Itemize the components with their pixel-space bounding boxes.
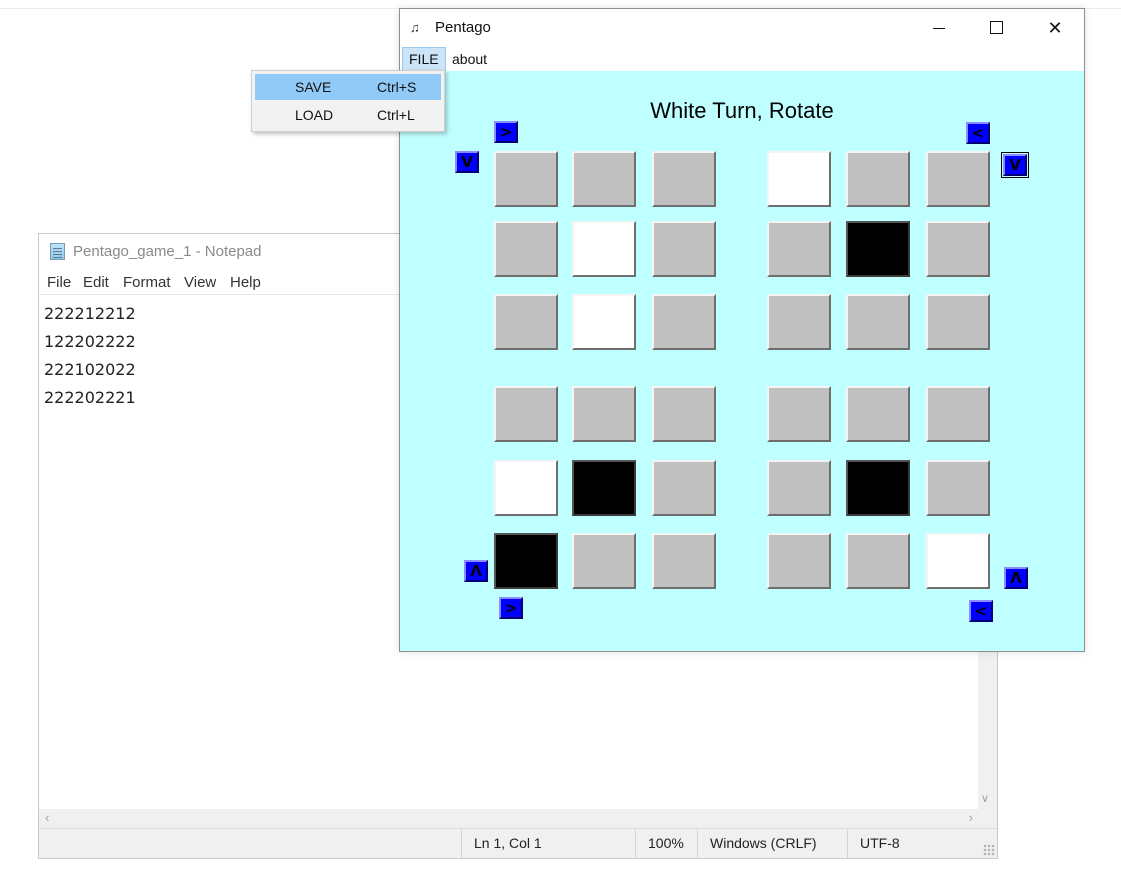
rotate-bottom-right-clockwise-button[interactable]: < [969,600,993,622]
board-cell-0-5[interactable] [926,151,990,207]
board-cell-1-2[interactable] [652,221,716,277]
board-cell-0-4[interactable] [846,151,910,207]
notepad-statusbar: Ln 1, Col 1 100% Windows (CRLF) UTF-8 [39,828,997,858]
board-cell-1-5[interactable] [926,221,990,277]
status-zoom: 100% [635,829,697,858]
rotate-top-left-clockwise-button[interactable]: > [494,121,518,143]
board-cell-1-0[interactable] [494,221,558,277]
board-cell-5-2[interactable] [652,533,716,589]
rotate-top-right-counter-button[interactable]: < [966,122,990,144]
maximize-button[interactable] [968,9,1026,47]
notepad-title: Pentago_game_1 - Notepad [73,243,262,260]
board-cell-0-0[interactable] [494,151,558,207]
file-dropdown-menu: SAVE Ctrl+S LOAD Ctrl+L [251,70,445,132]
status-line-ending: Windows (CRLF) [697,829,847,858]
minimize-icon [933,28,945,29]
maximize-icon [990,21,1003,34]
board-cell-5-5[interactable] [926,533,990,589]
status-encoding: UTF-8 [847,829,977,858]
board-cell-2-3[interactable] [767,294,831,350]
board-cell-5-3[interactable] [767,533,831,589]
save-label: SAVE [295,79,332,95]
board-cell-4-0[interactable] [494,460,558,516]
board-cell-4-3[interactable] [767,460,831,516]
rotate-bottom-left-clockwise-button[interactable]: Λ [464,560,488,582]
pentago-menubar: FILE about [400,47,1084,71]
java-app-icon: ♫ [410,20,420,35]
text-line: 222102022 [44,360,136,379]
notepad-menu-edit[interactable]: Edit [83,274,109,291]
board-cell-4-1[interactable] [572,460,636,516]
board-cell-2-2[interactable] [652,294,716,350]
scroll-down-icon[interactable]: ∨ [981,792,989,805]
board-cell-3-3[interactable] [767,386,831,442]
close-icon: ✕ [1047,18,1063,38]
board-cell-4-2[interactable] [652,460,716,516]
horizontal-scrollbar[interactable]: ‹ › [39,809,979,828]
board-cell-5-0[interactable] [494,533,558,589]
notepad-menu-help[interactable]: Help [230,274,261,291]
board-cell-1-3[interactable] [767,221,831,277]
board-cell-0-3[interactable] [767,151,831,207]
board-cell-4-5[interactable] [926,460,990,516]
board-cell-0-1[interactable] [572,151,636,207]
game-board-area: White Turn, Rotate > V < V Λ > Λ < [400,71,1084,651]
scrollbar-corner [978,809,997,828]
board-cell-4-4[interactable] [846,460,910,516]
board-cell-3-1[interactable] [572,386,636,442]
board-cell-5-1[interactable] [572,533,636,589]
scroll-left-icon[interactable]: ‹ [45,810,49,825]
board-cell-2-5[interactable] [926,294,990,350]
save-shortcut: Ctrl+S [377,79,417,95]
board-cell-3-4[interactable] [846,386,910,442]
board-cell-3-2[interactable] [652,386,716,442]
pentago-window: ♫ Pentago ✕ FILE about White Turn, Rotat… [399,8,1085,652]
board-cell-2-4[interactable] [846,294,910,350]
text-line: 222212212 [44,304,136,323]
board-cell-1-4[interactable] [846,221,910,277]
rotate-top-right-clockwise-button[interactable]: V [1001,152,1029,178]
close-button[interactable]: ✕ [1026,9,1084,47]
board-cell-3-0[interactable] [494,386,558,442]
menu-about[interactable]: about [446,47,493,71]
scroll-right-icon[interactable]: › [969,810,973,825]
board-cell-3-5[interactable] [926,386,990,442]
pentago-titlebar[interactable]: ♫ Pentago ✕ [400,9,1084,47]
text-line: 222202221 [44,388,136,407]
menu-item-save[interactable]: SAVE Ctrl+S [255,74,441,100]
text-line: 122202222 [44,332,136,351]
board-cell-1-1[interactable] [572,221,636,277]
board-cell-5-4[interactable] [846,533,910,589]
rotate-bottom-left-counter-button[interactable]: > [499,597,523,619]
notepad-menu-format[interactable]: Format [123,274,171,291]
menu-item-load[interactable]: LOAD Ctrl+L [255,102,441,128]
board-cell-2-1[interactable] [572,294,636,350]
load-shortcut: Ctrl+L [377,107,415,123]
rotate-top-left-counter-button[interactable]: V [455,151,479,173]
pentago-title: Pentago [435,19,491,36]
board-cell-2-0[interactable] [494,294,558,350]
rotate-bottom-right-counter-button[interactable]: Λ [1004,567,1028,589]
notepad-app-icon [50,243,65,260]
notepad-menu-file[interactable]: File [47,274,71,291]
resize-grip[interactable] [983,844,995,856]
menu-file[interactable]: FILE [402,47,446,71]
notepad-text-area[interactable]: 222212212 122202222 222102022 222202221 [44,300,136,412]
load-label: LOAD [295,107,334,123]
minimize-button[interactable] [910,9,968,47]
notepad-menu-view[interactable]: View [184,274,216,291]
board-cell-0-2[interactable] [652,151,716,207]
status-position: Ln 1, Col 1 [461,829,635,858]
